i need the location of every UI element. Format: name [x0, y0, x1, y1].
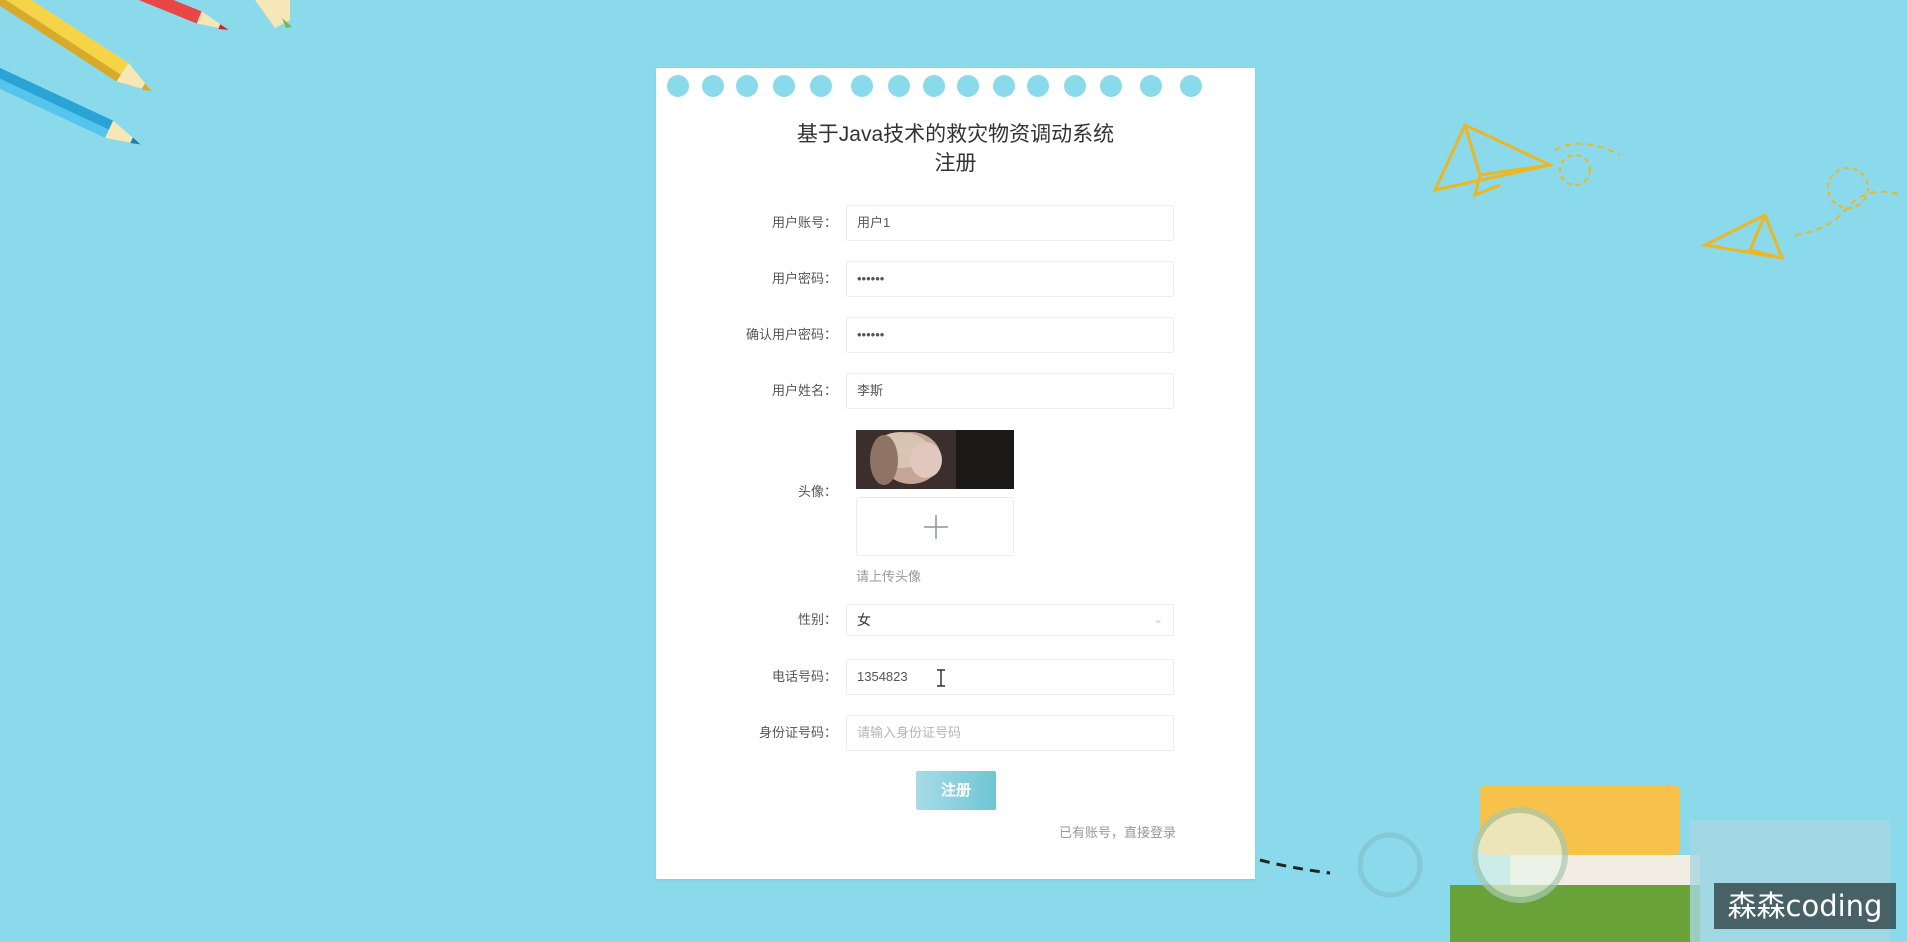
id-card-input[interactable]: 请输入身份证号码: [846, 715, 1174, 751]
phone-row: 电话号码： 1354823: [656, 659, 1255, 695]
page-title-line2: 注册: [934, 152, 977, 175]
avatar-preview-image[interactable]: [856, 430, 1014, 489]
name-row: 用户姓名： 李斯: [656, 373, 1255, 409]
avatar-upload-hint: 请上传头像: [856, 569, 922, 584]
gender-select[interactable]: 女 ⌄: [846, 604, 1174, 636]
confirm-password-row: 确认用户密码： ••••••: [656, 317, 1255, 353]
name-label: 用户姓名：: [771, 383, 837, 398]
account-row: 用户账号： 用户1: [656, 205, 1255, 241]
page-title-line1: 基于Java技术的救灾物资调动系统: [796, 123, 1115, 146]
gender-select-value: 女: [857, 612, 871, 628]
confirm-password-label: 确认用户密码：: [745, 327, 837, 342]
paper-plane-decoration: [1432, 122, 1621, 198]
password-label: 用户密码：: [771, 271, 837, 286]
register-card: 基于Java技术的救灾物资调动系统 注册 用户账号： 用户1 用户密码： •••…: [656, 68, 1255, 879]
gender-row: 性别： 女 ⌄: [656, 604, 1255, 636]
phone-input[interactable]: 1354823: [846, 659, 1174, 695]
paper-plane-decoration: [1700, 167, 1901, 260]
avatar-upload-box[interactable]: [856, 497, 1014, 556]
confirm-password-input[interactable]: ••••••: [846, 317, 1174, 353]
account-input[interactable]: 用户1: [846, 205, 1174, 241]
id-card-label: 身份证号码：: [758, 725, 837, 740]
name-input[interactable]: 李斯: [846, 373, 1174, 409]
pencils-decoration: [0, 0, 292, 145]
account-label: 用户账号：: [771, 215, 837, 230]
plus-icon: [924, 515, 948, 539]
password-row: 用户密码： ••••••: [656, 261, 1255, 297]
chevron-down-icon: ⌄: [1153, 614, 1163, 626]
gender-label: 性别：: [797, 612, 837, 627]
text-cursor-icon: [937, 669, 945, 687]
register-button[interactable]: 注册: [916, 771, 996, 810]
binder-holes: [656, 75, 1255, 99]
phone-label: 电话号码：: [771, 669, 837, 684]
avatar-label: 头像：: [797, 484, 837, 499]
id-card-row: 身份证号码： 请输入身份证号码: [656, 715, 1255, 751]
phone-input-value: 1354823: [857, 669, 908, 684]
watermark: 森森coding: [1714, 883, 1896, 929]
page-title: 基于Java技术的救灾物资调动系统 注册: [656, 120, 1255, 178]
avatar-row: 头像： 请上传头像: [656, 430, 1255, 590]
password-input[interactable]: ••••••: [846, 261, 1174, 297]
login-link[interactable]: 已有账号，直接登录: [1059, 822, 1176, 841]
